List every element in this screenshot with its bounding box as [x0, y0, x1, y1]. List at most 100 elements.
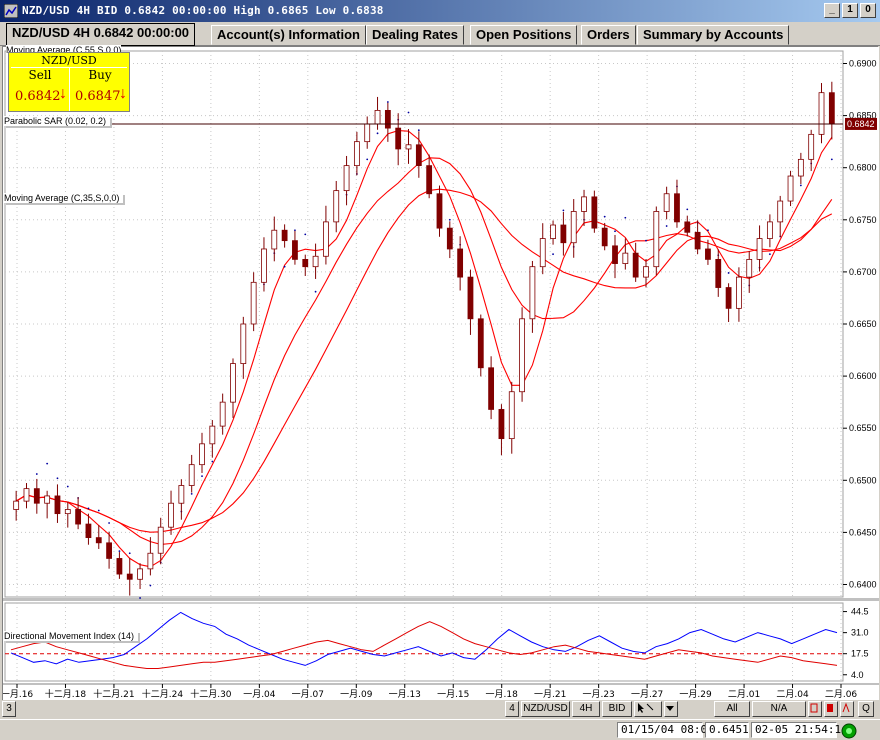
sell-down-arrow-icon: ↓ [59, 85, 67, 102]
status-datetime: 01/15/04 08:00 [617, 722, 714, 738]
sar-dot [118, 550, 121, 553]
time-tick-label: 二月.06 [825, 689, 858, 700]
candle-up [261, 248, 267, 283]
candle-up [364, 123, 371, 143]
candle-down [694, 231, 701, 250]
sar-dot [87, 507, 90, 510]
dmi-tick-label: 44.5 [851, 607, 869, 617]
sar-dot [768, 253, 771, 256]
price-type-select[interactable]: BID [602, 701, 632, 717]
candle-down [632, 252, 639, 278]
price-tick-label: 0.6400 [849, 579, 877, 589]
candle-up [157, 526, 164, 554]
page-tab-4[interactable]: 4 [505, 701, 519, 717]
candle-up [199, 443, 205, 466]
minimize-button[interactable]: _ [824, 3, 840, 18]
candle-up [787, 175, 794, 202]
candle-up [312, 255, 319, 268]
page-tab-3[interactable]: 3 [2, 701, 16, 717]
buy-button[interactable]: Buy [71, 68, 129, 82]
tab-summary-by-accounts[interactable]: Summary by Accounts [637, 25, 790, 45]
candle-up [23, 488, 30, 502]
candle-up [343, 165, 350, 192]
candle-down [54, 495, 61, 515]
sar-dot [614, 230, 616, 233]
sar-dot [314, 290, 317, 293]
candle-up [219, 401, 226, 427]
time-tick-label: 十二月.18 [45, 688, 87, 700]
red-tool-icon-3[interactable] [840, 701, 854, 717]
buy-price[interactable]: 0.6847 [75, 89, 121, 104]
candle-down [384, 109, 391, 129]
sar-dot [407, 111, 410, 114]
candle-down [281, 229, 288, 242]
sar-dot [603, 215, 606, 218]
symbol-select[interactable]: NZD/USD [521, 701, 570, 717]
na-button[interactable]: N/A [752, 701, 806, 717]
sar-dot [211, 460, 214, 463]
restore-button[interactable]: 1 [842, 3, 858, 18]
price-tick-label: 0.6750 [849, 215, 877, 225]
candle-up [250, 281, 257, 325]
candle-down [106, 542, 112, 559]
tab-orders[interactable]: Orders [581, 25, 636, 45]
window-title-bar: NZD/USD 4H BID 0.6842 00:00:00 High 0.68… [0, 0, 880, 22]
price-tick-label: 0.6650 [849, 319, 877, 329]
tab-open-positions[interactable]: Open Positions [470, 25, 578, 45]
tab-account-information[interactable]: Account(s) Information [211, 25, 366, 45]
window-controls: _ 1 0 [824, 3, 876, 19]
candle-up [178, 485, 185, 504]
sar-dot [56, 477, 59, 480]
cursor-tool-icon[interactable] [634, 701, 662, 717]
sell-price[interactable]: 0.6842 [15, 89, 61, 104]
candle-down [612, 245, 618, 264]
candle-up [519, 318, 525, 393]
buy-down-arrow-icon: ↓ [119, 85, 127, 102]
candle-up [643, 266, 649, 278]
time-tick-label: 一月.18 [486, 689, 519, 700]
indicator-label-dmi[interactable]: Directional Movement Index (14) [4, 631, 139, 641]
sar-dot [645, 239, 647, 242]
sar-dot [190, 492, 193, 495]
candle-up [736, 276, 742, 309]
q-button[interactable]: Q [858, 701, 874, 717]
timeframe-select[interactable]: 4H [572, 701, 600, 717]
chart-area[interactable]: 0.6900 0.6850 0.6800 0.6750 0.6700 0.6650 0.66… [2, 46, 879, 717]
sar-dot [139, 597, 141, 599]
close-button[interactable]: 0 [860, 3, 876, 18]
candle-down [292, 240, 298, 260]
status-clock: 02-05 21:54:14 [751, 722, 848, 738]
candle-down [126, 573, 133, 580]
red-tool-icon-2[interactable] [824, 701, 838, 717]
indicator-label-ma35[interactable]: Moving Average (C,35,S,0,0) [4, 193, 124, 203]
sar-dot [46, 462, 49, 465]
candle-down [715, 258, 722, 288]
candle-down [415, 144, 422, 167]
candle-down [828, 92, 835, 125]
candle-up [333, 190, 340, 223]
candle-down [467, 276, 474, 320]
sell-button[interactable]: Sell [11, 68, 69, 82]
sar-dot [552, 253, 554, 256]
zoom-all-button[interactable]: All [714, 701, 750, 717]
dmi-tick-label: 4.0 [851, 670, 864, 680]
candle-up [323, 221, 329, 257]
candle-up [209, 425, 216, 445]
sar-dot [376, 132, 379, 135]
tab-chart[interactable]: NZD/USD 4H 0.6842 00:00:00 [6, 23, 196, 46]
quote-box: NZD/USD Sell Buy 0.6842 ↓ 0.6847 ↓ [8, 52, 130, 112]
sar-dot [386, 101, 389, 103]
candle-up [374, 109, 381, 125]
tab-dealing-rates[interactable]: Dealing Rates [366, 25, 464, 45]
time-tick-label: 一月.27 [631, 689, 663, 700]
sar-dot [108, 522, 110, 524]
candle-down [426, 165, 433, 195]
price-chart[interactable]: 0.69000.68500.68000.67500.67000.66500.66… [3, 47, 879, 717]
candle-up [13, 500, 20, 510]
red-tool-icon-1[interactable] [808, 701, 822, 717]
sar-dot [35, 473, 38, 475]
candle-down [591, 196, 598, 229]
time-tick-label: 一月.04 [243, 689, 276, 700]
indicator-label-sar[interactable]: Parabolic SAR (0.02, 0.2) [4, 116, 111, 126]
dropdown-arrow-icon[interactable] [664, 701, 678, 717]
